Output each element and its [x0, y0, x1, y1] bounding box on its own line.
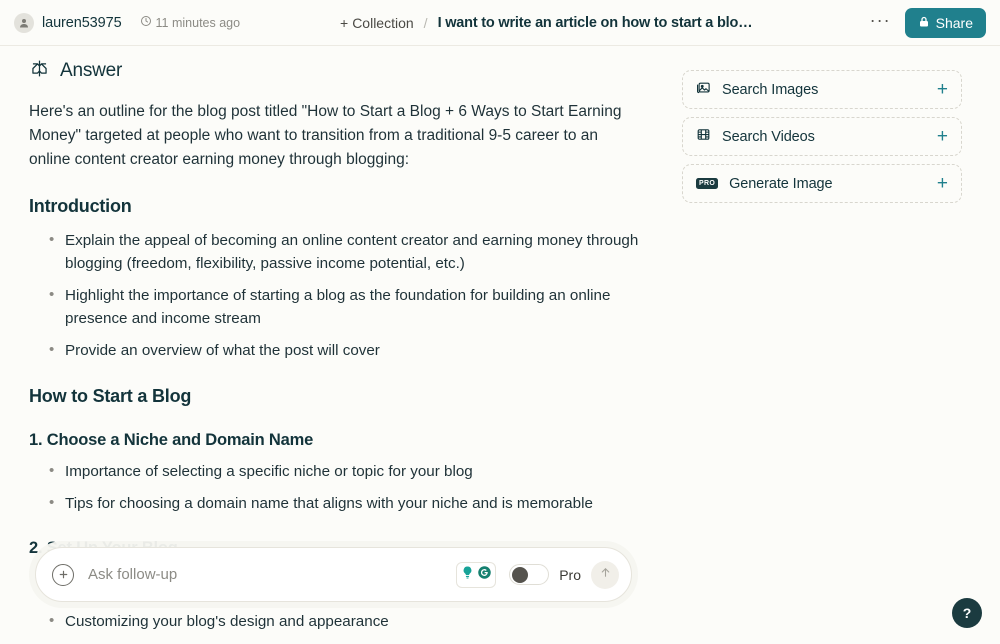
perplexity-logo-icon	[29, 58, 50, 84]
pro-mode-toggle[interactable]	[509, 564, 550, 585]
sidebar-card-label: Search Videos	[722, 128, 815, 145]
section-heading-choose-niche: 1. Choose a Niche and Domain Name	[29, 431, 314, 449]
sidebar-card-label: Generate Image	[729, 175, 833, 192]
add-icon[interactable]: +	[937, 80, 948, 99]
top-header-bar: lauren53975 11 minutes ago + Collection …	[0, 0, 1000, 46]
pro-badge-icon: PRO	[696, 178, 719, 189]
film-icon	[696, 127, 711, 147]
list-item: Customizing your blog's design and appea…	[29, 609, 640, 633]
user-avatar-icon[interactable]	[14, 12, 34, 33]
sidebar-card-search-videos[interactable]: Search Videos +	[682, 117, 962, 156]
add-icon[interactable]: +	[937, 174, 948, 193]
pro-mode-label: Pro	[559, 566, 581, 583]
share-button[interactable]: Share	[904, 7, 986, 38]
list-item: Tips for choosing a domain name that ali…	[29, 491, 640, 515]
list-item: Provide an overview of what the post wil…	[29, 338, 640, 362]
sidebar-card-generate-image[interactable]: PRO Generate Image +	[682, 164, 962, 203]
media-actions-sidebar: Search Images + Search Videos + PRO Gene…	[682, 70, 962, 203]
answer-header: Answer	[29, 58, 640, 84]
image-icon	[696, 80, 711, 100]
timestamp-group: 11 minutes ago	[140, 14, 241, 32]
sidebar-card-search-images[interactable]: Search Images +	[682, 70, 962, 109]
answer-intro-paragraph: Here's an outline for the blog post titl…	[29, 103, 622, 168]
username-label[interactable]: lauren53975	[42, 15, 122, 31]
breadcrumb-separator: /	[423, 14, 428, 31]
bullet-list-introduction: Explain the appeal of becoming an online…	[29, 228, 640, 362]
list-item: Highlight the importance of starting a b…	[29, 283, 640, 330]
followup-input-bar: Pro	[35, 547, 632, 602]
thread-title[interactable]: I want to write an article on how to sta…	[438, 15, 753, 31]
add-icon[interactable]: +	[937, 127, 948, 146]
browser-extension-icons	[456, 561, 497, 588]
lightbulb-icon[interactable]	[460, 565, 475, 585]
plus-circle-icon[interactable]	[52, 563, 74, 586]
sidebar-card-label: Search Images	[722, 81, 819, 98]
grammarly-g-icon[interactable]	[477, 565, 492, 585]
list-item: Explain the appeal of becoming an online…	[29, 228, 640, 275]
lock-icon	[918, 15, 930, 31]
submit-button[interactable]	[591, 560, 619, 589]
timestamp-label: 11 minutes ago	[155, 15, 241, 30]
bullet-list-choose-niche: Importance of selecting a specific niche…	[29, 459, 640, 515]
arrow-up-icon	[599, 566, 612, 584]
followup-input[interactable]	[88, 566, 457, 583]
help-button[interactable]: ?	[952, 598, 982, 628]
clock-icon	[140, 14, 152, 32]
collection-label: Collection	[352, 14, 414, 31]
add-collection-button[interactable]: + Collection	[340, 15, 414, 31]
more-options-button[interactable]: ···	[870, 11, 891, 31]
question-mark-icon: ?	[962, 605, 972, 621]
list-item: Importance of selecting a specific niche…	[29, 459, 640, 483]
breadcrumb: + Collection / I want to write an articl…	[340, 15, 752, 31]
bullet-list-set-up-your-blog: Customizing your blog's design and appea…	[29, 609, 640, 633]
section-heading-how-to-start-a-blog: How to Start a Blog	[29, 386, 192, 406]
share-button-label: Share	[935, 14, 973, 31]
header-actions: ··· Share	[870, 7, 986, 38]
toggle-knob	[512, 567, 529, 583]
section-heading-introduction: Introduction	[29, 196, 132, 216]
plus-icon: +	[340, 14, 349, 31]
page-title: Answer	[60, 60, 123, 81]
